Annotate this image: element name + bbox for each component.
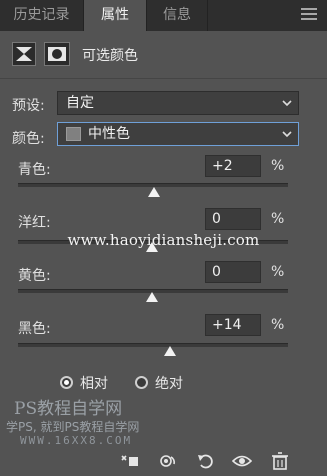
- cyan-input[interactable]: +2: [205, 155, 261, 177]
- bottom-toolbar: [0, 444, 327, 476]
- watermark-slogan: 学PS, 就到PS教程自学网: [6, 420, 140, 434]
- color-swatch: [66, 127, 81, 141]
- panel-menu-icon[interactable]: [301, 8, 317, 22]
- chevron-down-icon: [282, 131, 292, 138]
- watermark-url: www.haoyidiansheji.com: [67, 231, 260, 249]
- visibility-eye-icon[interactable]: [232, 452, 252, 470]
- colors-dropdown[interactable]: 中性色: [57, 122, 299, 146]
- black-input[interactable]: +14: [205, 314, 261, 336]
- adjustment-layer-icon[interactable]: [12, 42, 36, 66]
- panel-tab-bar: 历史记录 属性 信息: [0, 0, 327, 31]
- absolute-radio[interactable]: [135, 376, 148, 389]
- watermark-brand: PS教程自学网: [14, 399, 123, 419]
- black-label: 黑色:: [18, 321, 51, 337]
- preset-value: 自定: [66, 95, 94, 111]
- yellow-input[interactable]: 0: [205, 261, 261, 283]
- preset-label: 预设:: [12, 98, 45, 114]
- divider: [0, 78, 327, 79]
- cyan-unit: %: [271, 158, 285, 174]
- cyan-slider-thumb[interactable]: [148, 187, 160, 197]
- chevron-down-icon: [282, 100, 292, 107]
- tab-info[interactable]: 信息: [147, 0, 208, 31]
- trash-icon[interactable]: [270, 452, 290, 470]
- cyan-label: 青色:: [18, 162, 51, 178]
- magenta-unit: %: [271, 211, 285, 227]
- yellow-unit: %: [271, 264, 285, 280]
- colors-value: 中性色: [88, 126, 130, 142]
- relative-radio[interactable]: [60, 376, 73, 389]
- reset-icon[interactable]: [196, 452, 216, 470]
- absolute-label[interactable]: 绝对: [155, 373, 183, 393]
- layer-mask-icon[interactable]: [44, 42, 70, 66]
- magenta-input[interactable]: 0: [205, 208, 261, 230]
- yellow-slider-thumb[interactable]: [146, 292, 158, 302]
- view-previous-state-icon[interactable]: [158, 452, 178, 470]
- magenta-label: 洋红:: [18, 215, 51, 231]
- black-slider-thumb[interactable]: [164, 346, 176, 356]
- tab-history[interactable]: 历史记录: [0, 0, 84, 31]
- black-slider-track[interactable]: [18, 343, 288, 347]
- clip-to-layer-icon[interactable]: [120, 452, 140, 470]
- colors-label: 颜色:: [12, 131, 45, 147]
- relative-label[interactable]: 相对: [80, 373, 108, 393]
- preset-dropdown[interactable]: 自定: [57, 91, 299, 115]
- black-unit: %: [271, 317, 285, 333]
- panel-title: 可选颜色: [82, 48, 138, 64]
- tab-properties[interactable]: 属性: [84, 0, 147, 31]
- yellow-label: 黄色:: [18, 268, 51, 284]
